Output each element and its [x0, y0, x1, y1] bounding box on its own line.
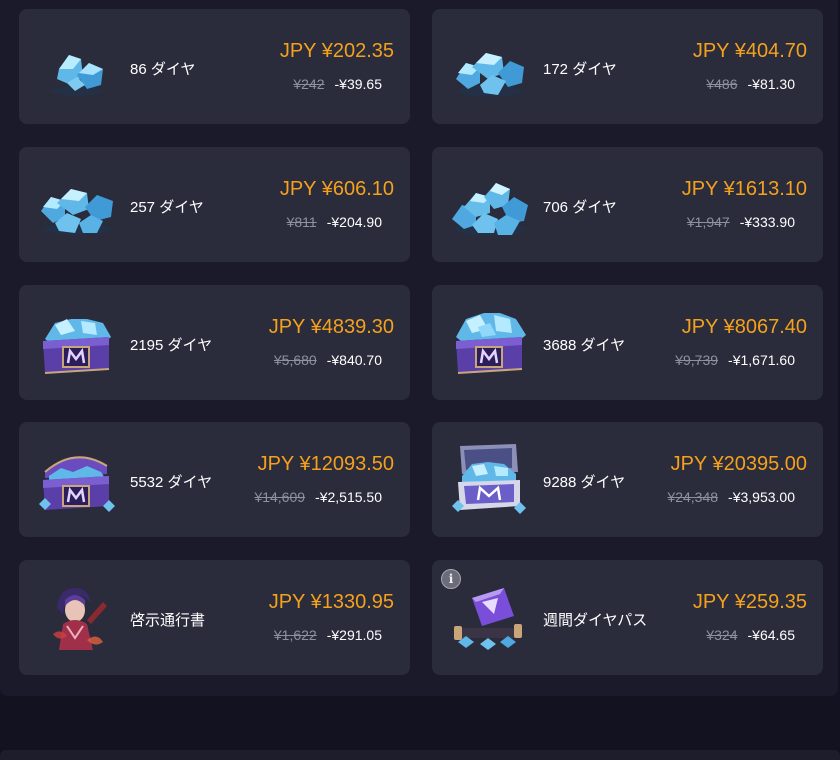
- product-price: JPY ¥8067.40: [681, 316, 807, 338]
- original-price: ¥324: [706, 627, 738, 643]
- product-name: 2195 ダイヤ: [130, 337, 213, 354]
- product-card-172-diamonds[interactable]: 172 ダイヤ JPY ¥404.70 ¥486 -¥81.30: [432, 9, 823, 124]
- discount-amount: -¥3,953.00: [728, 489, 795, 505]
- next-section-edge: [0, 750, 840, 760]
- product-price: JPY ¥404.70: [692, 40, 807, 62]
- price-details: ¥486 -¥81.30: [706, 76, 795, 92]
- original-price: ¥811: [286, 214, 317, 230]
- diamond-open-chest-icon: [452, 444, 526, 514]
- original-price: ¥1,622: [273, 627, 317, 643]
- product-name: 257 ダイヤ: [130, 199, 204, 216]
- discount-amount: -¥39.65: [334, 76, 382, 92]
- product-name: 86 ダイヤ: [130, 61, 196, 78]
- product-card-3688-diamonds[interactable]: 3688 ダイヤ JPY ¥8067.40 ¥9,739 -¥1,671.60: [432, 285, 823, 400]
- diamond-box-icon: [43, 319, 111, 374]
- product-price: JPY ¥4839.30: [268, 316, 394, 338]
- price-details: ¥811 -¥204.90: [287, 214, 382, 230]
- diamond-pile-icon: [41, 189, 113, 235]
- original-price: ¥24,348: [667, 489, 719, 505]
- price-details: ¥5,680 -¥840.70: [274, 352, 382, 368]
- diamond-chest-icon: [39, 456, 115, 512]
- product-price: JPY ¥606.10: [279, 178, 394, 200]
- original-price: ¥242: [293, 76, 325, 92]
- price-details: ¥9,739 -¥1,671.60: [675, 352, 795, 368]
- discount-amount: -¥333.90: [739, 214, 795, 230]
- original-price: ¥1,947: [686, 214, 730, 230]
- product-card-86-diamonds[interactable]: 86 ダイヤ JPY ¥202.35 ¥242 -¥39.65: [19, 9, 410, 124]
- diamond-small-pile-icon: [51, 55, 103, 96]
- discount-amount: -¥291.05: [326, 627, 382, 643]
- price-details: ¥1,622 -¥291.05: [274, 627, 382, 643]
- product-name: 9288 ダイヤ: [543, 474, 626, 491]
- product-price: JPY ¥259.35: [692, 591, 807, 613]
- product-card-257-diamonds[interactable]: 257 ダイヤ JPY ¥606.10 ¥811 -¥204.90: [19, 147, 410, 262]
- product-grid-panel: 86 ダイヤ JPY ¥202.35 ¥242 -¥39.65 172 ダイヤ J…: [0, 0, 838, 696]
- product-name: 3688 ダイヤ: [543, 337, 626, 354]
- product-name: 啓示通行書: [130, 612, 206, 629]
- original-price: ¥486: [706, 76, 738, 92]
- product-card-706-diamonds[interactable]: 706 ダイヤ JPY ¥1613.10 ¥1,947 -¥333.90: [432, 147, 823, 262]
- price-details: ¥1,947 -¥333.90: [687, 214, 795, 230]
- discount-amount: -¥1,671.60: [728, 352, 795, 368]
- discount-amount: -¥840.70: [326, 352, 382, 368]
- discount-amount: -¥64.65: [747, 627, 795, 643]
- discount-amount: -¥204.90: [326, 214, 382, 230]
- product-name: 5532 ダイヤ: [130, 474, 213, 491]
- product-price: JPY ¥12093.50: [257, 453, 394, 475]
- discount-amount: -¥81.30: [747, 76, 795, 92]
- price-details: ¥324 -¥64.65: [706, 627, 795, 643]
- product-card-2195-diamonds[interactable]: 2195 ダイヤ JPY ¥4839.30 ¥5,680 -¥840.70: [19, 285, 410, 400]
- diamond-large-pile-icon: [452, 183, 528, 236]
- product-price: JPY ¥1330.95: [268, 591, 394, 613]
- diamond-pile-icon: [456, 53, 524, 97]
- price-details: ¥24,348 -¥3,953.00: [667, 489, 795, 505]
- diamond-box-icon: [456, 313, 526, 374]
- product-price: JPY ¥20395.00: [670, 453, 807, 475]
- hero-portrait-icon: [53, 588, 107, 650]
- product-price: JPY ¥202.35: [279, 40, 394, 62]
- discount-amount: -¥2,515.50: [315, 489, 382, 505]
- original-price: ¥5,680: [273, 352, 317, 368]
- product-card-weekly-diamond-pass[interactable]: i 週間ダイヤパス JPY ¥259.35 ¥324 -¥64.65: [432, 560, 823, 675]
- weekly-pass-icon: [454, 588, 522, 650]
- original-price: ¥9,739: [675, 352, 719, 368]
- product-card-9288-diamonds[interactable]: 9288 ダイヤ JPY ¥20395.00 ¥24,348 -¥3,953.00: [432, 422, 823, 537]
- price-details: ¥242 -¥39.65: [293, 76, 382, 92]
- product-price: JPY ¥1613.10: [681, 178, 807, 200]
- product-name: 706 ダイヤ: [543, 199, 617, 216]
- product-card-5532-diamonds[interactable]: 5532 ダイヤ JPY ¥12093.50 ¥14,609 -¥2,515.50: [19, 422, 410, 537]
- original-price: ¥14,609: [254, 489, 306, 505]
- product-name: 週間ダイヤパス: [543, 612, 648, 629]
- product-card-revelation-pass[interactable]: 啓示通行書 JPY ¥1330.95 ¥1,622 -¥291.05: [19, 560, 410, 675]
- price-details: ¥14,609 -¥2,515.50: [254, 489, 382, 505]
- product-name: 172 ダイヤ: [543, 61, 617, 78]
